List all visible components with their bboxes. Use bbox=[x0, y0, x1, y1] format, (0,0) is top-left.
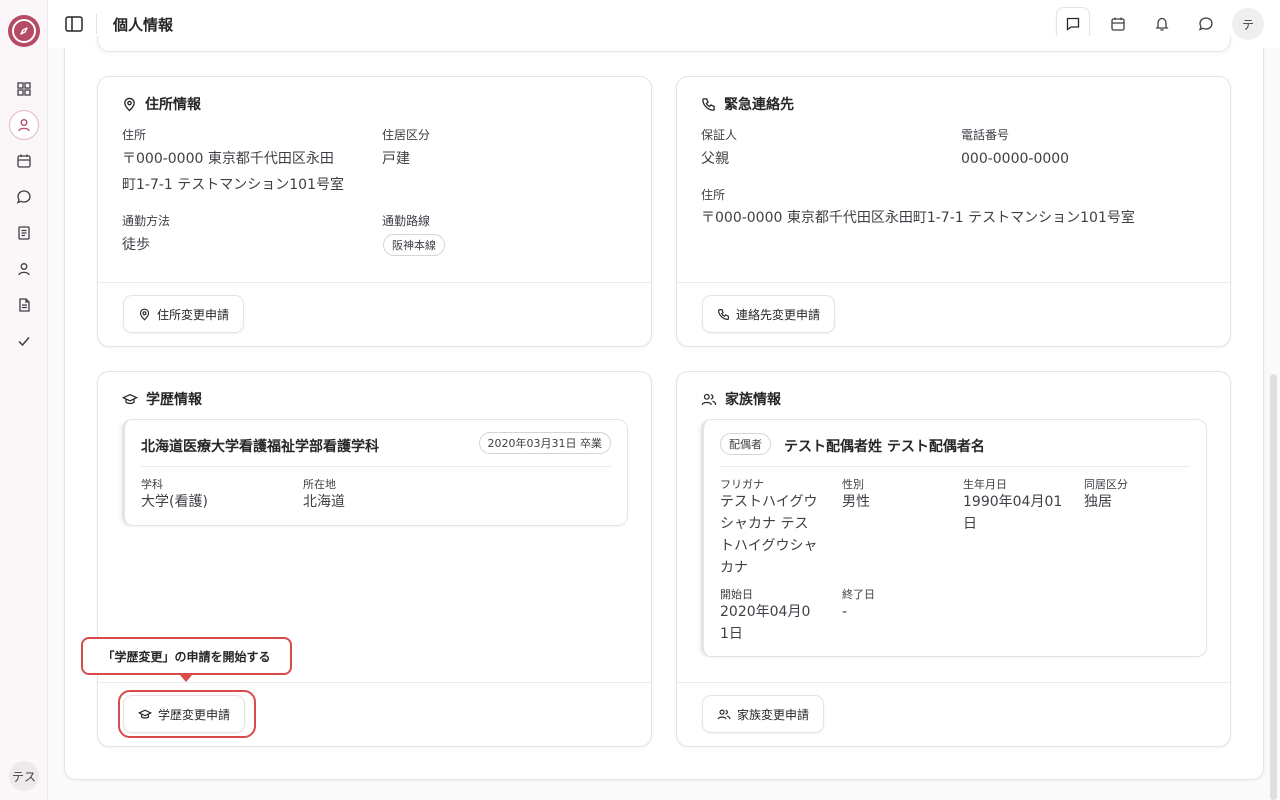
education-button-highlight bbox=[118, 690, 256, 738]
guarantor-label: 保証人 bbox=[701, 128, 738, 142]
family-card-title-text: 家族情報 bbox=[725, 392, 781, 408]
app-logo[interactable] bbox=[8, 15, 40, 47]
entry-divider bbox=[720, 466, 1190, 467]
card-divider bbox=[98, 282, 651, 283]
tutorial-tooltip: 「学歴変更」の申請を開始する bbox=[81, 637, 292, 675]
furigana-line-4: カナ bbox=[720, 560, 748, 576]
entry-divider bbox=[141, 466, 611, 467]
furigana-label: フリガナ bbox=[720, 478, 764, 491]
address-value-line1: 〒000-0000 東京都千代田区永田 bbox=[122, 151, 334, 167]
location-value: 北海道 bbox=[303, 494, 345, 510]
contact-change-button[interactable]: 連絡先変更申請 bbox=[702, 295, 836, 333]
furigana-line-2: シャカナ テス bbox=[720, 516, 809, 532]
commute-value: 徒歩 bbox=[122, 237, 150, 253]
address-label: 住所 bbox=[122, 128, 147, 142]
file-nav-icon[interactable] bbox=[12, 293, 36, 317]
document-nav-icon[interactable] bbox=[12, 221, 36, 245]
users-icon bbox=[701, 393, 717, 405]
page-scrollbar[interactable] bbox=[1270, 374, 1277, 800]
commute-label: 通勤方法 bbox=[122, 214, 171, 228]
family-change-label: 家族変更申請 bbox=[737, 707, 810, 722]
tooltip-arrow bbox=[180, 675, 192, 682]
cohabit-label: 同居区分 bbox=[1084, 478, 1128, 491]
cohabit-value: 独居 bbox=[1084, 494, 1112, 510]
emergency-address-value: 〒000-0000 東京都千代田区永田町1-7-1 テストマンション101号室 bbox=[701, 210, 1135, 226]
users-icon bbox=[717, 709, 731, 719]
housing-value: 戸建 bbox=[382, 151, 410, 167]
department-value: 大学(看護) bbox=[141, 494, 208, 510]
address-value-line2: 町1-7-1 テストマンション101号室 bbox=[122, 177, 344, 193]
calendar-nav-icon[interactable] bbox=[12, 149, 36, 173]
start-date-line-1: 2020年04月0 bbox=[720, 604, 811, 620]
housing-label: 住居区分 bbox=[382, 128, 431, 142]
emergency-card-title-text: 緊急連絡先 bbox=[724, 97, 794, 113]
address-change-label: 住所変更申請 bbox=[157, 307, 230, 322]
furigana-line-3: トハイグウシャ bbox=[720, 538, 818, 554]
birthdate-line-1: 1990年04月01 bbox=[963, 494, 1063, 510]
card-divider bbox=[677, 682, 1230, 683]
previous-card-edge bbox=[97, 36, 1231, 52]
phone-icon bbox=[718, 308, 729, 320]
address-card: 住所情報 住所 〒000-0000 東京都千代田区永田 町1-7-1 テストマン… bbox=[97, 76, 652, 347]
family-member-name: テスト配偶者姓 テスト配偶者名 bbox=[784, 439, 985, 455]
start-date-label: 開始日 bbox=[720, 588, 753, 601]
emergency-contact-card: 緊急連絡先 保証人 父親 電話番号 000-0000-0000 住所 〒000-… bbox=[676, 76, 1231, 347]
birthdate-line-2: 日 bbox=[963, 516, 977, 532]
route-label: 通勤路線 bbox=[382, 214, 431, 228]
bell-icon bbox=[1155, 17, 1169, 31]
route-tag: 阪神本線 bbox=[383, 234, 445, 256]
school-name: 北海道医療大学看護福祉学部看護学科 bbox=[141, 439, 379, 455]
end-date-label: 終了日 bbox=[842, 588, 875, 601]
birthdate-label: 生年月日 bbox=[963, 478, 1007, 491]
family-card-title: 家族情報 bbox=[701, 389, 781, 409]
phone-label: 電話番号 bbox=[961, 128, 1010, 142]
header-divider bbox=[96, 14, 97, 34]
address-card-title: 住所情報 bbox=[122, 94, 201, 114]
map-pin-icon bbox=[139, 308, 150, 321]
card-divider bbox=[677, 282, 1230, 283]
dashboard-icon[interactable] bbox=[12, 77, 36, 101]
gender-label: 性別 bbox=[842, 478, 864, 491]
education-entry: 北海道医療大学看護福祉学部看護学科 2020年03月31日 卒業 学科 大学(看… bbox=[122, 419, 628, 526]
emergency-address-label: 住所 bbox=[701, 188, 726, 202]
chat-bubble-icon bbox=[1198, 17, 1213, 31]
guarantor-value: 父親 bbox=[701, 151, 729, 167]
page-title: 個人情報 bbox=[113, 16, 174, 34]
family-change-button[interactable]: 家族変更申請 bbox=[702, 695, 825, 733]
card-divider bbox=[98, 682, 651, 683]
user-avatar[interactable]: テ bbox=[1232, 8, 1264, 40]
location-label: 所在地 bbox=[303, 478, 336, 491]
start-date-line-2: 1日 bbox=[720, 626, 743, 642]
sidebar-user-badge[interactable]: テス bbox=[9, 761, 39, 791]
education-card-title: 学歴情報 bbox=[122, 389, 202, 409]
profile-nav-icon[interactable] bbox=[9, 110, 39, 140]
furigana-line-1: テストハイグウ bbox=[720, 494, 818, 510]
map-pin-icon bbox=[124, 97, 135, 112]
graduation-cap-icon bbox=[122, 393, 138, 404]
sidebar: テス bbox=[0, 0, 48, 800]
contact-change-label: 連絡先変更申請 bbox=[736, 307, 821, 322]
end-date-value: - bbox=[842, 604, 848, 620]
family-entry: 配偶者 テスト配偶者姓 テスト配偶者名 フリガナ テストハイグウ シャカナ テス… bbox=[701, 419, 1207, 657]
gender-value: 男性 bbox=[842, 494, 870, 510]
family-card: 家族情報 配偶者 テスト配偶者姓 テスト配偶者名 フリガナ テストハイグウ シャ… bbox=[676, 371, 1231, 747]
compass-icon bbox=[12, 19, 36, 43]
phone-icon bbox=[702, 97, 715, 111]
graduation-badge: 2020年03月31日 卒業 bbox=[478, 432, 611, 454]
message-square-icon bbox=[1066, 17, 1080, 31]
relation-badge: 配偶者 bbox=[720, 433, 771, 455]
address-change-button[interactable]: 住所変更申請 bbox=[123, 295, 245, 333]
address-card-title-text: 住所情報 bbox=[145, 97, 201, 113]
emergency-card-title: 緊急連絡先 bbox=[701, 94, 794, 114]
chat-nav-icon[interactable] bbox=[12, 185, 36, 209]
department-label: 学科 bbox=[141, 478, 163, 491]
calendar-icon bbox=[1111, 17, 1125, 31]
check-nav-icon[interactable] bbox=[12, 329, 36, 353]
education-card-title-text: 学歴情報 bbox=[146, 392, 202, 408]
phone-value: 000-0000-0000 bbox=[961, 151, 1070, 167]
user-nav-icon[interactable] bbox=[12, 257, 36, 281]
sidebar-toggle-icon[interactable] bbox=[62, 12, 86, 36]
